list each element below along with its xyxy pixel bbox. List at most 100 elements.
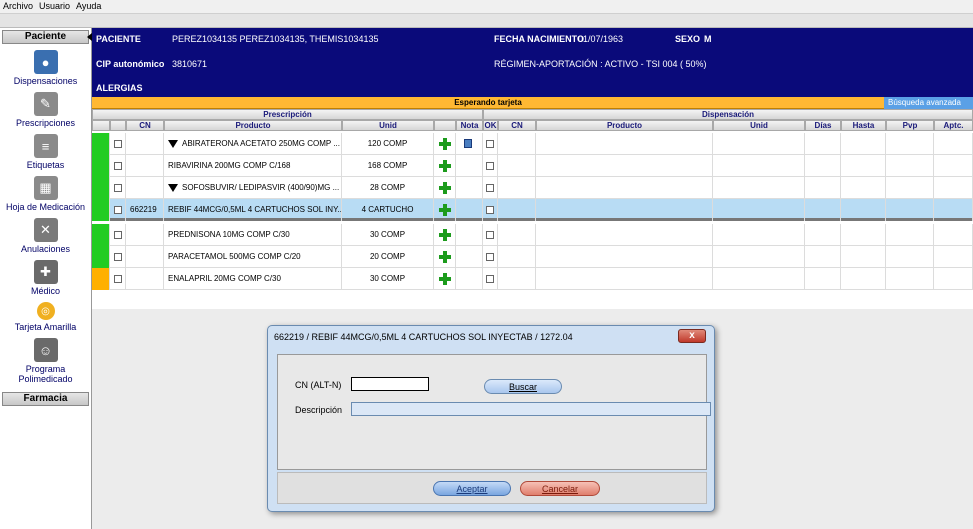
add-dispense-cycle-icon[interactable]	[439, 138, 451, 150]
sidebar-item-tarjeta-amarilla[interactable]: ◎ Tarjeta Amarilla	[0, 302, 91, 332]
cn-input[interactable]	[351, 377, 429, 391]
table-cell	[886, 268, 934, 290]
menu-ayuda[interactable]: Ayuda	[73, 0, 104, 11]
table-cell	[483, 246, 498, 268]
table-cell	[934, 155, 973, 177]
header-dias[interactable]: Días	[805, 120, 841, 131]
sidebar-item-prescripciones[interactable]: ✎ Prescripciones	[0, 92, 91, 128]
sidebar-item-medico[interactable]: ✚ Médico	[0, 260, 91, 296]
add-dispense-icon[interactable]	[439, 229, 451, 241]
table-row[interactable]: ENALAPRIL 20MG COMP C/30 30 COMP	[92, 268, 973, 290]
ok-checkbox[interactable]	[486, 231, 494, 239]
fecha-nacimiento-value: 01/07/1963	[578, 34, 624, 44]
table-cell	[126, 155, 164, 177]
sidebar-item-programa-polimedicado[interactable]: ☺ Programa Polimedicado	[0, 338, 91, 384]
producto-value: PREDNISONA 10MG COMP C/30	[168, 230, 290, 239]
sidebar-header-paciente[interactable]: Paciente	[2, 30, 89, 44]
table-cell	[110, 199, 126, 221]
table-cell: REBIF 44MCG/0,5ML 4 CARTUCHOS SOL INY...	[164, 199, 342, 221]
header-unid[interactable]: Unid	[342, 120, 434, 131]
header-aptc[interactable]: Aptc.	[934, 120, 973, 131]
table-cell: 4 CARTUCHO	[342, 199, 434, 221]
sidebar-item-label: Etiquetas	[26, 160, 65, 170]
expand-triangle-icon[interactable]	[168, 183, 178, 192]
sidebar-item-hoja-medicacion[interactable]: ▦ Hoja de Medicación	[0, 176, 91, 212]
header-hasta[interactable]: Hasta	[841, 120, 886, 131]
note-icon[interactable]	[464, 139, 472, 148]
table-row[interactable]: 662219 REBIF 44MCG/0,5ML 4 CARTUCHOS SOL …	[92, 199, 973, 221]
table-cell	[841, 155, 886, 177]
expand-triangle-icon[interactable]	[168, 139, 178, 148]
row-select-checkbox[interactable]	[114, 184, 122, 192]
table-cell	[126, 177, 164, 199]
header-nota[interactable]: Nota	[456, 120, 483, 131]
table-cell	[498, 246, 536, 268]
buscar-button[interactable]: Buscar	[484, 379, 562, 394]
row-select-checkbox[interactable]	[114, 206, 122, 214]
close-button[interactable]: x	[678, 329, 706, 343]
table-cell	[934, 133, 973, 155]
header-pvp[interactable]: Pvp	[886, 120, 934, 131]
ok-checkbox[interactable]	[486, 275, 494, 283]
menu-usuario[interactable]: Usuario	[36, 0, 73, 11]
document-icon: ≡	[33, 134, 58, 158]
sidebar-item-label: Anulaciones	[20, 244, 71, 254]
unid-value: 168 COMP	[367, 161, 408, 170]
ok-checkbox[interactable]	[486, 253, 494, 261]
table-cell: ENALAPRIL 20MG COMP C/30	[164, 268, 342, 290]
header-disp-producto[interactable]: Producto	[536, 120, 713, 131]
advanced-search-link[interactable]: Búsqueda avanzada	[884, 97, 973, 109]
table-row[interactable]: PREDNISONA 10MG COMP C/30 30 COMP	[92, 224, 973, 246]
table-cell: 30 COMP	[342, 268, 434, 290]
alergias-label: ALERGIAS	[96, 83, 143, 93]
ok-checkbox[interactable]	[486, 184, 494, 192]
menu-archivo[interactable]: Archivo	[0, 0, 36, 11]
add-dispense-cycle-icon[interactable]	[439, 204, 451, 216]
group-header-dispensacion: Dispensación	[483, 109, 973, 120]
aceptar-button[interactable]: Aceptar	[433, 481, 511, 496]
table-cell	[483, 155, 498, 177]
sidebar-item-anulaciones[interactable]: ✕ Anulaciones	[0, 218, 91, 254]
ok-checkbox[interactable]	[486, 140, 494, 148]
header-ok[interactable]: OK	[483, 120, 498, 131]
header-disp-cn[interactable]: CN	[498, 120, 536, 131]
row-select-checkbox[interactable]	[114, 253, 122, 261]
table-row[interactable]: RIBAVIRINA 200MG COMP C/168 168 COMP	[92, 155, 973, 177]
add-dispense-cycle-icon[interactable]	[439, 182, 451, 194]
paciente-value: PEREZ1034135 PEREZ1034135, THEMIS1034135	[172, 34, 379, 44]
table-cell	[805, 155, 841, 177]
header-cn[interactable]: CN	[126, 120, 164, 131]
row-select-checkbox[interactable]	[114, 231, 122, 239]
row-select-checkbox[interactable]	[114, 162, 122, 170]
table-cell	[713, 133, 805, 155]
table-cell	[483, 268, 498, 290]
sidebar-header-farmacia[interactable]: Farmacia	[2, 392, 89, 406]
close-icon: x	[689, 330, 695, 341]
descripcion-field[interactable]	[351, 402, 711, 416]
table-cell	[536, 133, 713, 155]
polymedicated-icon: ☺	[33, 338, 58, 362]
sidebar-item-etiquetas[interactable]: ≡ Etiquetas	[0, 134, 91, 170]
header-disp-unid[interactable]: Unid	[713, 120, 805, 131]
table-cell: 168 COMP	[342, 155, 434, 177]
add-dispense-cycle-icon[interactable]	[439, 160, 451, 172]
table-row[interactable]: ABIRATERONA ACETATO 250MG COMP ... 120 CO…	[92, 133, 973, 155]
table-cell	[536, 246, 713, 268]
fecha-nacimiento-label: FECHA NACIMIENTO	[494, 34, 584, 44]
ok-checkbox[interactable]	[486, 162, 494, 170]
row-select-checkbox[interactable]	[114, 275, 122, 283]
row-select-checkbox[interactable]	[114, 140, 122, 148]
header-producto[interactable]: Producto	[164, 120, 342, 131]
ok-checkbox[interactable]	[486, 206, 494, 214]
producto-value: PARACETAMOL 500MG COMP C/20	[168, 252, 301, 261]
cancelar-button[interactable]: Cancelar	[520, 481, 600, 496]
sidebar-item-label: Dispensaciones	[13, 76, 78, 86]
add-dispense-icon[interactable]	[439, 273, 451, 285]
prescription-grid: Prescripción Dispensación CN Producto Un…	[92, 109, 973, 309]
table-cell: SOFOSBUVIR/ LEDIPASVIR (400/90)MG ...	[164, 177, 342, 199]
status-indicator	[92, 224, 110, 246]
table-row[interactable]: PARACETAMOL 500MG COMP C/20 20 COMP	[92, 246, 973, 268]
add-dispense-icon[interactable]	[439, 251, 451, 263]
table-row[interactable]: SOFOSBUVIR/ LEDIPASVIR (400/90)MG ... 28 …	[92, 177, 973, 199]
sidebar-item-dispensaciones[interactable]: ● Dispensaciones	[0, 50, 91, 86]
